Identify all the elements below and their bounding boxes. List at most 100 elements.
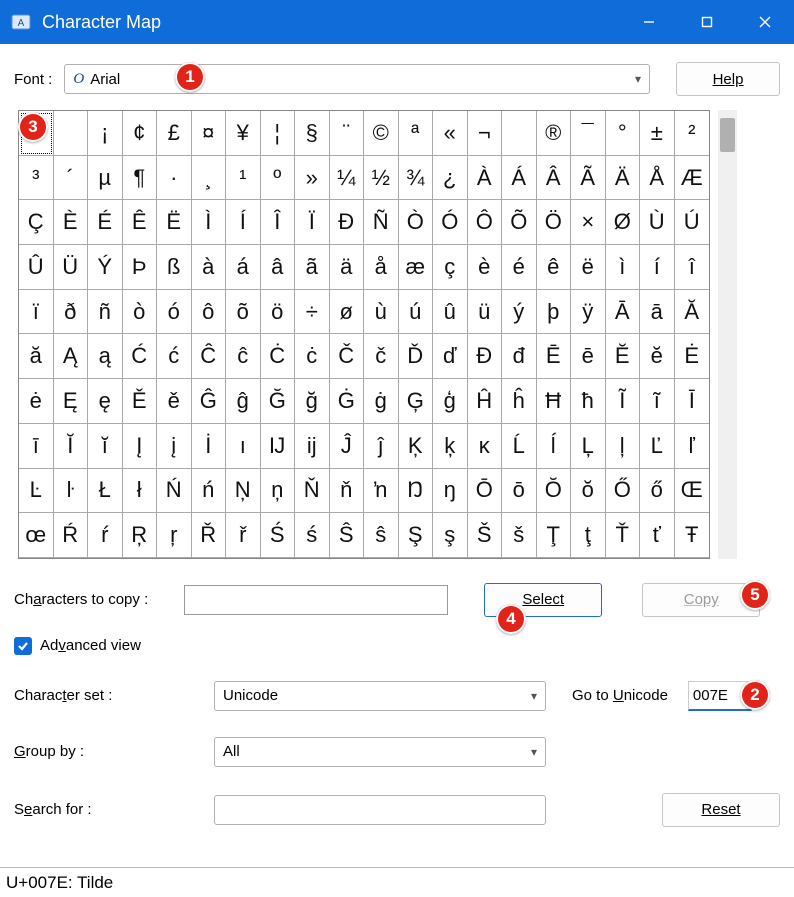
character-cell[interactable]: Ù bbox=[640, 200, 675, 245]
character-cell[interactable]: Ý bbox=[88, 245, 123, 290]
character-cell[interactable]: ĩ bbox=[640, 379, 675, 424]
character-cell[interactable]: Ŧ bbox=[675, 513, 710, 558]
grid-scrollbar[interactable] bbox=[718, 110, 737, 559]
character-cell[interactable]: Ĉ bbox=[192, 334, 227, 379]
character-cell[interactable]: ® bbox=[537, 111, 572, 156]
character-cell[interactable]: ē bbox=[571, 334, 606, 379]
character-cell[interactable]: ù bbox=[364, 290, 399, 335]
character-cell[interactable]: ¬ bbox=[468, 111, 503, 156]
character-cell[interactable]: Ć bbox=[123, 334, 158, 379]
character-cell[interactable]: × bbox=[571, 200, 606, 245]
character-cell[interactable]: Ħ bbox=[537, 379, 572, 424]
help-button[interactable]: Help bbox=[676, 62, 780, 96]
character-cell[interactable]: Ő bbox=[606, 469, 641, 514]
character-cell[interactable]: Ğ bbox=[261, 379, 296, 424]
character-cell[interactable]: Ĭ bbox=[54, 424, 89, 469]
character-cell[interactable]: Ö bbox=[537, 200, 572, 245]
character-cell[interactable]: ¿ bbox=[433, 156, 468, 201]
character-cell[interactable]: ĳ bbox=[295, 424, 330, 469]
character-cell[interactable]: £ bbox=[157, 111, 192, 156]
character-cell[interactable]: ř bbox=[226, 513, 261, 558]
character-cell[interactable]: µ bbox=[88, 156, 123, 201]
character-cell[interactable]: ± bbox=[640, 111, 675, 156]
character-cell[interactable]: » bbox=[295, 156, 330, 201]
character-cell[interactable]: õ bbox=[226, 290, 261, 335]
character-cell[interactable]: ß bbox=[157, 245, 192, 290]
character-cell[interactable]: Ĳ bbox=[261, 424, 296, 469]
character-cell[interactable]: ħ bbox=[571, 379, 606, 424]
character-cell[interactable]: ¶ bbox=[123, 156, 158, 201]
character-cell[interactable]: Ã bbox=[571, 156, 606, 201]
character-cell[interactable]: æ bbox=[399, 245, 434, 290]
character-cell[interactable]: œ bbox=[19, 513, 54, 558]
character-cell[interactable]: Ĕ bbox=[606, 334, 641, 379]
character-cell[interactable]: Ï bbox=[295, 200, 330, 245]
character-cell[interactable]: Ā bbox=[606, 290, 641, 335]
character-cell[interactable]: Đ bbox=[468, 334, 503, 379]
character-cell[interactable]: Þ bbox=[123, 245, 158, 290]
character-cell[interactable]: Œ bbox=[675, 469, 710, 514]
character-cell[interactable]: Ņ bbox=[226, 469, 261, 514]
character-cell[interactable]: Ě bbox=[123, 379, 158, 424]
character-cell[interactable]: ¢ bbox=[123, 111, 158, 156]
character-cell[interactable]: ċ bbox=[295, 334, 330, 379]
character-cell[interactable]: ì bbox=[606, 245, 641, 290]
character-cell[interactable]: š bbox=[502, 513, 537, 558]
character-cell[interactable]: Ì bbox=[192, 200, 227, 245]
search-input[interactable] bbox=[214, 795, 546, 825]
character-cell[interactable]: É bbox=[88, 200, 123, 245]
character-cell[interactable]: ¼ bbox=[330, 156, 365, 201]
character-cell[interactable]: ŗ bbox=[157, 513, 192, 558]
character-cell[interactable]: ø bbox=[330, 290, 365, 335]
character-grid[interactable]: ~ ¡¢£¤¥¦§¨©ª«¬­®¯°±²³´µ¶·¸¹º»¼½¾¿ÀÁÂÃÄÅÆ… bbox=[18, 110, 710, 559]
character-cell[interactable]: Ŀ bbox=[19, 469, 54, 514]
character-cell[interactable]: ¯ bbox=[571, 111, 606, 156]
character-cell[interactable]: ş bbox=[433, 513, 468, 558]
character-cell[interactable]: Ċ bbox=[261, 334, 296, 379]
minimize-button[interactable] bbox=[620, 0, 678, 44]
character-cell[interactable]: ŝ bbox=[364, 513, 399, 558]
character-cell[interactable]: ŋ bbox=[433, 469, 468, 514]
character-cell[interactable]: Í bbox=[226, 200, 261, 245]
character-cell[interactable]: č bbox=[364, 334, 399, 379]
character-cell[interactable]: ť bbox=[640, 513, 675, 558]
character-cell[interactable]: ŕ bbox=[88, 513, 123, 558]
character-cell[interactable]: · bbox=[157, 156, 192, 201]
character-cell[interactable]: Á bbox=[502, 156, 537, 201]
character-cell[interactable]: ÷ bbox=[295, 290, 330, 335]
character-cell[interactable]: ţ bbox=[571, 513, 606, 558]
character-cell[interactable]: Ġ bbox=[330, 379, 365, 424]
character-cell[interactable]: ­ bbox=[502, 111, 537, 156]
character-cell[interactable]: ÿ bbox=[571, 290, 606, 335]
character-cell[interactable]: ŀ bbox=[54, 469, 89, 514]
character-cell[interactable]: ¨ bbox=[330, 111, 365, 156]
character-cell[interactable]: ķ bbox=[433, 424, 468, 469]
character-cell[interactable]: ¥ bbox=[226, 111, 261, 156]
character-cell[interactable]: ü bbox=[468, 290, 503, 335]
character-cell[interactable]: Ŋ bbox=[399, 469, 434, 514]
character-cell[interactable]: Ř bbox=[192, 513, 227, 558]
character-cell[interactable]: ņ bbox=[261, 469, 296, 514]
character-cell[interactable]: Ñ bbox=[364, 200, 399, 245]
character-cell[interactable]: Æ bbox=[675, 156, 710, 201]
character-cell[interactable]: ī bbox=[19, 424, 54, 469]
character-cell[interactable]: Ŗ bbox=[123, 513, 158, 558]
character-cell[interactable]: ĺ bbox=[537, 424, 572, 469]
character-cell[interactable]: ġ bbox=[364, 379, 399, 424]
character-cell[interactable]: Ø bbox=[606, 200, 641, 245]
character-cell[interactable]: ¹ bbox=[226, 156, 261, 201]
character-cell[interactable]: Ķ bbox=[399, 424, 434, 469]
maximize-button[interactable] bbox=[678, 0, 736, 44]
character-cell[interactable]: ñ bbox=[88, 290, 123, 335]
character-cell[interactable]: Ü bbox=[54, 245, 89, 290]
font-select[interactable]: O Arial ▾ bbox=[64, 64, 650, 94]
character-cell[interactable]: Ē bbox=[537, 334, 572, 379]
character-cell[interactable]: Ī bbox=[675, 379, 710, 424]
character-cell[interactable]: Ŏ bbox=[537, 469, 572, 514]
character-cell[interactable]: ú bbox=[399, 290, 434, 335]
character-cell[interactable]: Ú bbox=[675, 200, 710, 245]
character-cell[interactable]: î bbox=[675, 245, 710, 290]
scrollbar-thumb[interactable] bbox=[720, 118, 735, 152]
character-cell[interactable]: Ò bbox=[399, 200, 434, 245]
character-cell[interactable]: Ľ bbox=[640, 424, 675, 469]
